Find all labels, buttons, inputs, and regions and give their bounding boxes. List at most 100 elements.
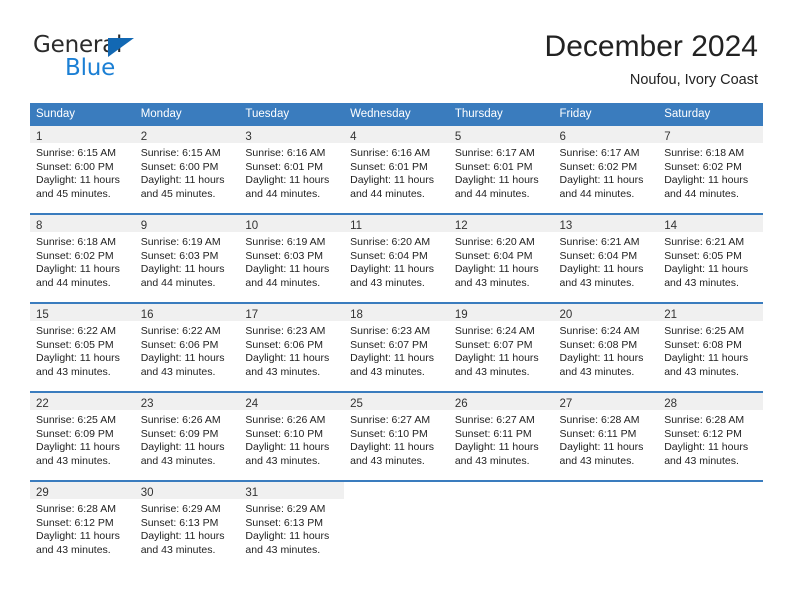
daylight-text-line2: and 43 minutes.	[36, 365, 111, 378]
day-cell-inner: 6 Sunrise: 6:17 AM Sunset: 6:02 PM Daylight…	[553, 126, 659, 213]
day-number: 17	[245, 309, 259, 321]
day-cell-inner: 3 Sunrise: 6:16 AM Sunset: 6:01 PM Daylight…	[239, 126, 345, 213]
calendar-day-cell[interactable]: 5 Sunrise: 6:17 AM Sunset: 6:01 PM Daylight…	[448, 124, 554, 214]
daylight-text-line1: Daylight: 11 hours	[454, 352, 539, 365]
calendar-day-cell[interactable]: 1 Sunrise: 6:15 AM Sunset: 6:00 PM Daylight…	[30, 124, 135, 214]
calendar-day-cell[interactable]: 16 Sunrise: 6:22 AM Sunset: 6:06 PM Dayligh…	[134, 302, 240, 392]
daylight-text-line1: Daylight: 11 hours	[36, 174, 120, 187]
calendar-day-cell[interactable]: 12 Sunrise: 6:20 AM Sunset: 6:04 PM Dayligh…	[448, 213, 554, 303]
calendar-day-cell[interactable]: 24 Sunrise: 6:26 AM Sunset: 6:10 PM Dayligh…	[239, 391, 345, 481]
daylight-text-line1: Daylight: 11 hours	[245, 174, 330, 187]
calendar-day-cell[interactable]: 2 Sunrise: 6:15 AM Sunset: 6:00 PM Daylight…	[134, 124, 240, 214]
calendar-day-cell[interactable]: 29 Sunrise: 6:28 AM Sunset: 6:12 PM Dayligh…	[30, 480, 135, 569]
calendar-day-cell[interactable]: 31 Sunrise: 6:29 AM Sunset: 6:13 PM Dayligh…	[239, 480, 345, 569]
calendar-day-cell[interactable]: 19 Sunrise: 6:24 AM Sunset: 6:07 PM Dayligh…	[448, 302, 554, 392]
sunrise-text: Sunrise: 6:22 AM	[140, 325, 221, 337]
day-sun-info: Sunrise: 6:22 AM Sunset: 6:06 PM Daylight:…	[135, 321, 240, 379]
calendar-day-cell[interactable]: 23 Sunrise: 6:26 AM Sunset: 6:09 PM Dayligh…	[134, 391, 240, 481]
day-number: 12	[454, 220, 468, 232]
daylight-text-line1: Daylight: 11 hours	[140, 530, 225, 543]
calendar-day-cell[interactable]: 3 Sunrise: 6:16 AM Sunset: 6:01 PM Daylight…	[239, 124, 345, 214]
calendar-week-row: 1 Sunrise: 6:15 AM Sunset: 6:00 PM Daylight…	[30, 124, 763, 214]
weekday-header-saturday: Saturday	[658, 103, 763, 125]
daylight-text-line2: and 43 minutes.	[140, 365, 216, 378]
day-number-band: 19	[448, 304, 554, 321]
daylight-text-line1: Daylight: 11 hours	[140, 174, 225, 187]
day-number-band: 9	[134, 215, 240, 232]
day-number-band: 27	[553, 393, 659, 410]
weekday-header-tuesday: Tuesday	[239, 103, 345, 125]
calendar-day-cell[interactable]: 7 Sunrise: 6:18 AM Sunset: 6:02 PM Daylight…	[658, 124, 763, 214]
day-sun-info: Sunrise: 6:16 AM Sunset: 6:01 PM Daylight:…	[344, 143, 449, 201]
daylight-text-line2: and 43 minutes.	[245, 365, 321, 378]
day-sun-info: Sunrise: 6:17 AM Sunset: 6:01 PM Daylight:…	[449, 143, 554, 201]
sunrise-text: Sunrise: 6:28 AM	[36, 503, 116, 515]
generalblue-logo[interactable]: General Blue	[33, 34, 263, 86]
day-number-band: 26	[448, 393, 554, 410]
daylight-text-line1: Daylight: 11 hours	[664, 352, 749, 365]
daylight-text-line2: and 43 minutes.	[664, 454, 739, 467]
day-cell-inner: 16 Sunrise: 6:22 AM Sunset: 6:06 PM Dayligh…	[134, 304, 240, 391]
calendar-day-cell[interactable]: 27 Sunrise: 6:28 AM Sunset: 6:11 PM Dayligh…	[553, 391, 659, 481]
daylight-text-line1: Daylight: 11 hours	[350, 263, 434, 276]
weekday-header-monday: Monday	[134, 103, 240, 125]
day-sun-info: Sunrise: 6:20 AM Sunset: 6:04 PM Daylight:…	[449, 232, 554, 290]
day-cell-inner: 10 Sunrise: 6:19 AM Sunset: 6:03 PM Dayligh…	[239, 215, 345, 302]
calendar-day-cell[interactable]: 4 Sunrise: 6:16 AM Sunset: 6:01 PM Daylight…	[344, 124, 449, 214]
calendar-table: Sunday Monday Tuesday Wednesday Thursday…	[30, 103, 763, 569]
sunset-text: Sunset: 6:06 PM	[140, 338, 219, 351]
day-cell-inner: 23 Sunrise: 6:26 AM Sunset: 6:09 PM Dayligh…	[134, 393, 240, 480]
day-sun-info: Sunrise: 6:27 AM Sunset: 6:11 PM Daylight:…	[449, 410, 554, 468]
daylight-text-line2: and 44 minutes.	[454, 187, 530, 200]
day-cell-inner: 28 Sunrise: 6:28 AM Sunset: 6:12 PM Dayligh…	[658, 393, 763, 480]
day-number-band: 15	[30, 304, 135, 321]
day-number: 5	[454, 131, 462, 143]
day-number: 15	[36, 309, 49, 321]
day-number-band: 8	[30, 215, 135, 232]
calendar-day-cell[interactable]: 26 Sunrise: 6:27 AM Sunset: 6:11 PM Dayligh…	[448, 391, 554, 481]
day-number-band: 5	[448, 126, 554, 143]
calendar-day-cell[interactable]: 25 Sunrise: 6:27 AM Sunset: 6:10 PM Dayligh…	[344, 391, 449, 481]
day-number-band	[554, 482, 659, 499]
calendar-day-cell[interactable]: 13 Sunrise: 6:21 AM Sunset: 6:04 PM Dayligh…	[553, 213, 659, 303]
sunrise-text: Sunrise: 6:19 AM	[245, 236, 326, 248]
calendar-day-cell[interactable]: 14 Sunrise: 6:21 AM Sunset: 6:05 PM Dayligh…	[658, 213, 763, 303]
day-cell-inner: 24 Sunrise: 6:26 AM Sunset: 6:10 PM Dayligh…	[239, 393, 345, 480]
calendar-day-cell[interactable]: 22 Sunrise: 6:25 AM Sunset: 6:09 PM Dayligh…	[30, 391, 135, 481]
calendar-day-cell[interactable]: 15 Sunrise: 6:22 AM Sunset: 6:05 PM Dayligh…	[30, 302, 135, 392]
calendar-day-cell[interactable]: 8 Sunrise: 6:18 AM Sunset: 6:02 PM Daylight…	[30, 213, 135, 303]
calendar-day-cell[interactable]: 10 Sunrise: 6:19 AM Sunset: 6:03 PM Dayligh…	[239, 213, 345, 303]
day-sun-info: Sunrise: 6:16 AM Sunset: 6:01 PM Daylight:…	[239, 143, 344, 201]
daylight-text-line2: and 43 minutes.	[454, 365, 530, 378]
calendar-day-cell[interactable]: 9 Sunrise: 6:19 AM Sunset: 6:03 PM Daylight…	[134, 213, 240, 303]
day-number-band: 3	[239, 126, 345, 143]
sunset-text: Sunset: 6:10 PM	[245, 427, 324, 440]
sunrise-text: Sunrise: 6:26 AM	[245, 414, 326, 426]
calendar-week-row: 8 Sunrise: 6:18 AM Sunset: 6:02 PM Daylight…	[30, 213, 763, 303]
calendar-week-row: 29 Sunrise: 6:28 AM Sunset: 6:12 PM Dayligh…	[30, 480, 763, 569]
logo-text-blue: Blue	[65, 55, 116, 81]
sunrise-text: Sunrise: 6:16 AM	[350, 147, 431, 159]
sunrise-text: Sunrise: 6:26 AM	[140, 414, 221, 426]
sunrise-text: Sunrise: 6:22 AM	[36, 325, 116, 337]
day-cell-inner: 8 Sunrise: 6:18 AM Sunset: 6:02 PM Daylight…	[30, 215, 135, 302]
day-number-band: 24	[239, 393, 345, 410]
calendar-day-cell[interactable]: 28 Sunrise: 6:28 AM Sunset: 6:12 PM Dayligh…	[658, 391, 763, 481]
calendar-day-cell[interactable]: 17 Sunrise: 6:23 AM Sunset: 6:06 PM Dayligh…	[239, 302, 345, 392]
day-cell-inner	[344, 482, 449, 569]
calendar-day-cell[interactable]: 30 Sunrise: 6:29 AM Sunset: 6:13 PM Dayligh…	[134, 480, 240, 569]
calendar-day-cell[interactable]: 21 Sunrise: 6:25 AM Sunset: 6:08 PM Dayligh…	[658, 302, 763, 392]
day-number-band: 1	[30, 126, 135, 143]
weekday-header-thursday: Thursday	[448, 103, 554, 125]
calendar-day-cell[interactable]: 11 Sunrise: 6:20 AM Sunset: 6:04 PM Dayligh…	[344, 213, 449, 303]
sunrise-text: Sunrise: 6:23 AM	[350, 325, 431, 337]
day-number: 31	[245, 487, 259, 499]
calendar-day-cell[interactable]: 18 Sunrise: 6:23 AM Sunset: 6:07 PM Dayligh…	[344, 302, 449, 392]
daylight-text-line2: and 45 minutes.	[36, 187, 111, 200]
day-number-band: 25	[344, 393, 449, 410]
day-cell-inner	[448, 482, 554, 569]
calendar-day-cell[interactable]: 20 Sunrise: 6:24 AM Sunset: 6:08 PM Dayligh…	[553, 302, 659, 392]
calendar-day-cell[interactable]: 6 Sunrise: 6:17 AM Sunset: 6:02 PM Daylight…	[553, 124, 659, 214]
sunrise-text: Sunrise: 6:27 AM	[454, 414, 535, 426]
daylight-text-line1: Daylight: 11 hours	[350, 352, 434, 365]
